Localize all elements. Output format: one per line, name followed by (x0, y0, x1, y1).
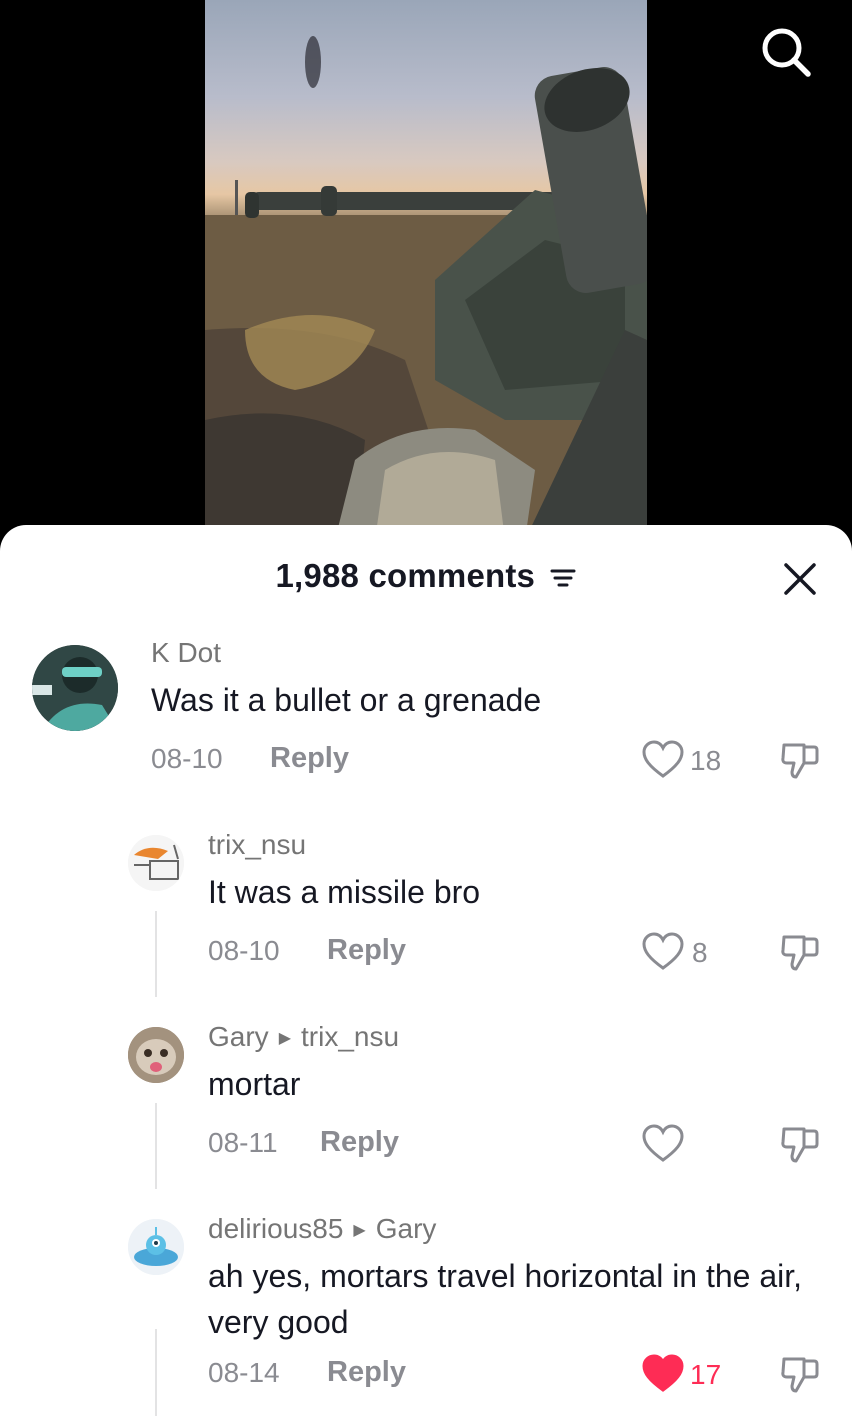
thumbs-down-icon (781, 935, 819, 971)
like-button[interactable] (641, 932, 685, 972)
avatar[interactable] (128, 1219, 184, 1275)
video-frame (205, 0, 647, 540)
dislike-button[interactable] (778, 1123, 822, 1167)
comment-username[interactable]: K Dot (151, 637, 221, 669)
search-icon (762, 28, 811, 77)
comment-item: K Dot Was it a bullet or a grenade 08-10… (0, 525, 852, 815)
thread-line (155, 911, 157, 997)
search-button[interactable] (758, 24, 814, 80)
like-button[interactable] (641, 740, 685, 780)
video-player[interactable] (0, 0, 852, 540)
like-button[interactable] (641, 1354, 685, 1394)
reply-button[interactable]: Reply (327, 1356, 406, 1389)
comment-item: trix_nsu It was a missile bro 08-10 Repl… (0, 815, 852, 1005)
comment-item: delirious85 ▶ Gary ah yes, mortars travel … (0, 1199, 852, 1416)
like-count: 18 (690, 745, 722, 776)
dislike-button[interactable] (778, 739, 822, 783)
heart-icon (642, 1354, 684, 1392)
comment-text: mortar (208, 1066, 301, 1102)
like-count: 17 (690, 1359, 722, 1390)
reply-button[interactable]: Reply (327, 934, 406, 967)
comment-username[interactable]: Gary (208, 1021, 269, 1052)
comment-username-row: Gary ▶ trix_nsu (208, 1021, 399, 1053)
thumbs-down-icon (781, 1127, 819, 1163)
dislike-button[interactable] (778, 931, 822, 975)
comment-date: 08-14 (208, 1357, 280, 1388)
comment-text: ah yes, mortars travel horizontal in the… (208, 1258, 803, 1340)
comment-username[interactable]: delirious85 (208, 1213, 343, 1244)
comment-item: Gary ▶ trix_nsu mortar 08-11 Reply (0, 1007, 852, 1197)
comment-username[interactable]: trix_nsu (208, 829, 306, 861)
heart-icon (642, 1124, 684, 1162)
reply-arrow-icon: ▶ (278, 1030, 291, 1047)
comments-sheet: 1,988 comments K Dot Was it a bullet or … (0, 525, 852, 1416)
reply-to-username[interactable]: Gary (376, 1213, 437, 1244)
video-scene-image (205, 36, 647, 540)
like-count: 8 (692, 937, 708, 968)
avatar[interactable] (128, 1027, 184, 1083)
comment-date: 08-11 (208, 1127, 278, 1158)
comment-date: 08-10 (208, 935, 280, 966)
heart-icon (642, 740, 684, 778)
reply-button[interactable]: Reply (320, 1126, 399, 1159)
reply-to-username[interactable]: trix_nsu (301, 1021, 399, 1052)
thumbs-down-icon (781, 1357, 819, 1393)
reply-arrow-icon: ▶ (353, 1222, 366, 1239)
avatar[interactable] (128, 835, 184, 891)
comment-date: 08-10 (151, 743, 223, 774)
avatar[interactable] (32, 645, 118, 731)
thread-line (155, 1103, 157, 1189)
dislike-button[interactable] (778, 1353, 822, 1397)
reply-button[interactable]: Reply (270, 742, 349, 775)
thread-line (155, 1329, 157, 1416)
comment-text: It was a missile bro (208, 874, 481, 910)
comment-username-row: delirious85 ▶ Gary (208, 1213, 436, 1245)
comment-text: Was it a bullet or a grenade (151, 682, 542, 718)
like-button[interactable] (641, 1124, 685, 1164)
heart-icon (642, 932, 684, 970)
thumbs-down-icon (781, 743, 819, 779)
